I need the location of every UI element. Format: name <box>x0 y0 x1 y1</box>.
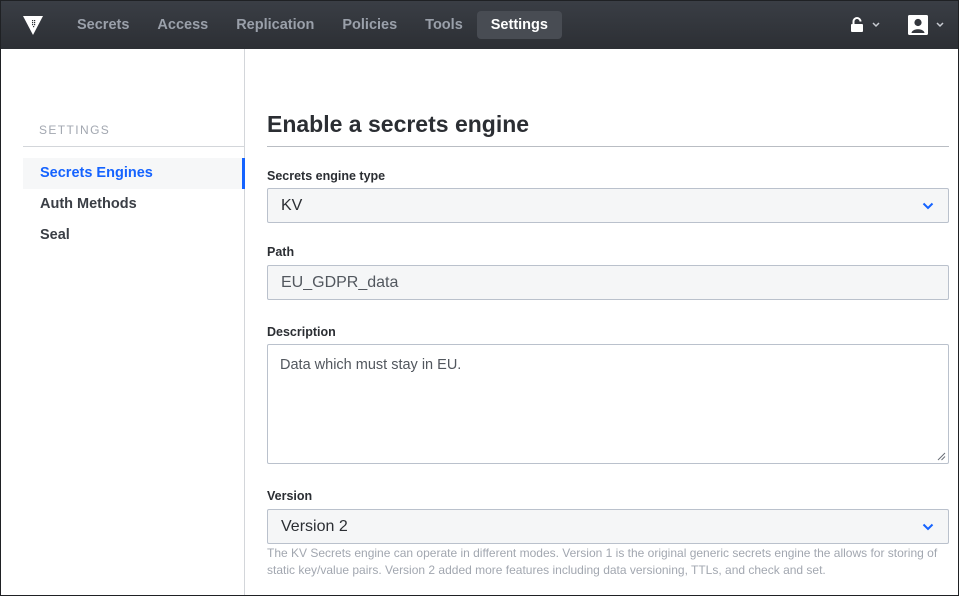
main-nav: Secrets Access Replication Policies Tool… <box>63 1 562 49</box>
sidebar-item-auth-methods[interactable]: Auth Methods <box>23 189 245 220</box>
vault-logo-icon[interactable] <box>21 13 45 37</box>
nav-item-settings[interactable]: Settings <box>476 11 562 39</box>
description-textarea[interactable]: Data which must stay in EU. <box>268 345 948 463</box>
path-field-wrapper <box>267 265 949 300</box>
chevron-down-icon <box>922 202 934 210</box>
title-divider <box>267 146 949 147</box>
version-label: Version <box>267 489 313 503</box>
resize-handle-icon[interactable] <box>937 452 946 461</box>
sidebar-heading: SETTINGS <box>39 123 111 137</box>
sidebar-item-secrets-engines[interactable]: Secrets Engines <box>23 158 245 189</box>
version-value: Version 2 <box>281 518 348 535</box>
nav-item-access[interactable]: Access <box>143 11 222 39</box>
description-label: Description <box>267 325 336 339</box>
nav-right-group <box>822 1 944 49</box>
nav-item-secrets[interactable]: Secrets <box>63 11 143 39</box>
sidebar-item-seal[interactable]: Seal <box>23 220 245 251</box>
engine-type-value: KV <box>281 197 303 214</box>
nav-item-tools[interactable]: Tools <box>411 11 477 39</box>
user-avatar-icon <box>908 15 928 35</box>
sidebar-divider <box>23 146 245 147</box>
user-menu-button[interactable] <box>908 15 944 35</box>
engine-type-label: Secrets engine type <box>267 169 386 183</box>
top-nav-bar: Secrets Access Replication Policies Tool… <box>1 1 958 49</box>
engine-type-select[interactable]: KV <box>267 188 949 223</box>
version-help-text: The KV Secrets engine can operate in dif… <box>267 546 938 577</box>
chevron-down-icon <box>872 22 880 28</box>
version-select[interactable]: Version 2 <box>267 509 949 544</box>
unlock-icon <box>851 17 863 32</box>
chevron-down-icon <box>922 523 934 531</box>
nav-item-replication[interactable]: Replication <box>222 11 328 39</box>
settings-sidebar: SETTINGS Secrets Engines Auth Methods Se… <box>1 49 245 595</box>
nav-item-policies[interactable]: Policies <box>328 11 411 39</box>
sidebar-list: Secrets Engines Auth Methods Seal <box>23 158 245 251</box>
page-title: Enable a secrets engine <box>267 111 530 137</box>
seal-status-menu-button[interactable] <box>850 17 880 33</box>
path-input[interactable] <box>268 266 948 299</box>
path-label: Path <box>267 245 295 259</box>
chevron-down-icon <box>936 22 944 28</box>
description-field-wrapper: Data which must stay in EU. <box>267 344 949 464</box>
